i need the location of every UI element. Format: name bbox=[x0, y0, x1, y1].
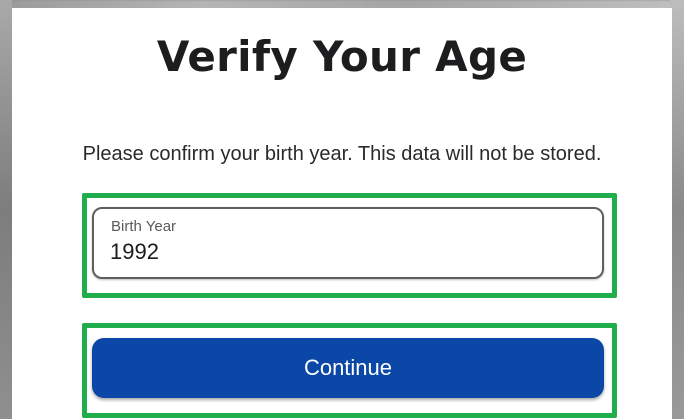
dialog-title: Verify Your Age bbox=[156, 32, 528, 81]
age-verification-dialog: Verify Your Age Please confirm your birt… bbox=[12, 8, 672, 419]
continue-button[interactable]: Continue bbox=[92, 338, 604, 398]
birth-year-label: Birth Year bbox=[111, 218, 177, 235]
birth-year-input[interactable] bbox=[108, 237, 582, 267]
birth-year-field[interactable]: Birth Year bbox=[92, 207, 604, 279]
dialog-subtitle: Please confirm your birth year. This dat… bbox=[82, 143, 602, 165]
background-left-edge bbox=[0, 0, 12, 419]
background-right-edge bbox=[670, 0, 684, 419]
